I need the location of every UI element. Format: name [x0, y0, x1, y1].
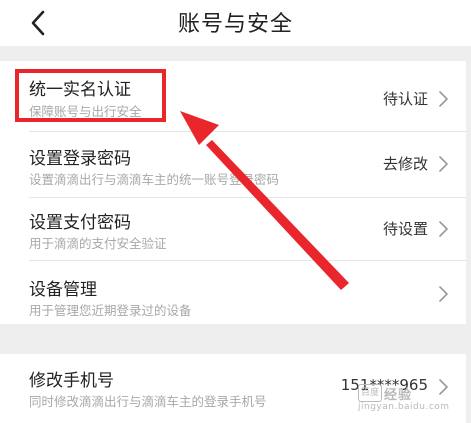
list-item-subtitle: 设置滴滴出行与滴滴车主的统一账号登录密码	[29, 172, 280, 187]
list-item-change-phone[interactable]: 修改手机号 同时修改滴滴出行与滴滴车主的登录手机号 151****965	[0, 354, 466, 423]
list-item-subtitle: 用于管理您近期登录过的设备	[29, 303, 192, 318]
status-value: 去修改	[382, 155, 428, 173]
list-item-title: 设置登录密码	[29, 149, 131, 169]
list-item-payment-password[interactable]: 设置支付密码 用于滴滴的支付安全验证 待设置	[0, 198, 466, 260]
phone-number-value: 151****965	[340, 376, 428, 394]
status-value: 待设置	[382, 220, 428, 238]
list-item-subtitle: 用于滴滴的支付安全验证	[29, 236, 167, 251]
list-item-title: 修改手机号	[29, 371, 114, 391]
list-item-device-management[interactable]: 设备管理 用于管理您近期登录过的设备	[0, 261, 466, 324]
chevron-right-icon	[439, 221, 448, 237]
section-gap	[0, 46, 471, 61]
nav-header: 账号与安全	[0, 0, 471, 46]
chevron-right-icon	[439, 286, 448, 302]
list-item-title: 统一实名认证	[29, 80, 131, 100]
account-security-screen: 账号与安全 统一实名认证 保障账号与出行安全 待认证 设置登录密码 设置滴滴出行…	[0, 0, 471, 423]
list-item-real-name-auth[interactable]: 统一实名认证 保障账号与出行安全 待认证	[0, 61, 466, 131]
list-item-login-password[interactable]: 设置登录密码 设置滴滴出行与滴滴车主的统一账号登录密码 去修改	[0, 132, 466, 197]
list-item-subtitle: 保障账号与出行安全	[29, 104, 142, 119]
chevron-right-icon	[439, 379, 448, 395]
page-title: 账号与安全	[177, 12, 293, 37]
list-item-title: 设置支付密码	[29, 213, 131, 233]
list-item-title: 设备管理	[29, 280, 97, 300]
section-gap	[0, 324, 471, 354]
scroll-rail	[466, 46, 471, 423]
status-value: 待认证	[382, 90, 428, 108]
chevron-right-icon	[439, 156, 448, 172]
chevron-right-icon	[439, 91, 448, 107]
list-item-subtitle: 同时修改滴滴出行与滴滴车主的登录手机号	[29, 394, 267, 409]
